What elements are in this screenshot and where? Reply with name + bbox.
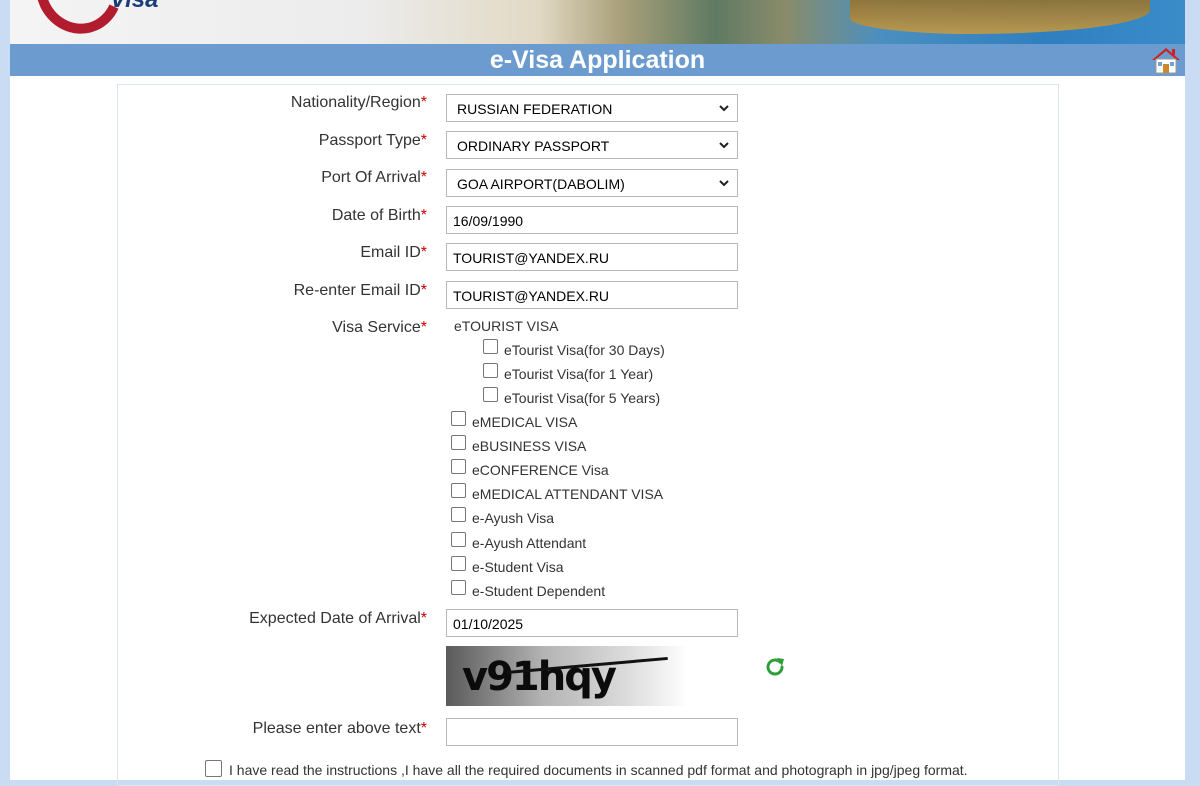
eayush-checkbox[interactable]: [451, 507, 466, 522]
estudent-dependent-checkbox[interactable]: [451, 580, 466, 595]
chevron-down-icon: [719, 142, 729, 149]
etourist-1-year-label: eTourist Visa(for 1 Year): [504, 366, 654, 382]
email-input[interactable]: TOURIST@YANDEX.RU: [446, 243, 738, 271]
emedical-attendant-checkbox[interactable]: [451, 483, 466, 498]
passport-type-select[interactable]: ORDINARY PASSPORT: [446, 131, 738, 159]
captcha-input[interactable]: [446, 718, 738, 746]
home-icon[interactable]: [1151, 45, 1181, 75]
passport-type-label: Passport Type*: [318, 132, 427, 149]
nationality-value: RUSSIAN FEDERATION: [457, 101, 613, 117]
chevron-down-icon: [719, 180, 729, 187]
chevron-down-icon: [719, 105, 729, 112]
port-of-arrival-select[interactable]: GOA AIRPORT(DABOLIM): [446, 169, 738, 197]
ebusiness-checkbox[interactable]: [451, 435, 466, 450]
emedical-label: eMEDICAL VISA: [472, 414, 578, 430]
econference-checkbox[interactable]: [451, 459, 466, 474]
estudent-dependent-label: e-Student Dependent: [472, 583, 606, 599]
etourist-5-years-label: eTourist Visa(for 5 Years): [504, 390, 661, 406]
emedical-attendant-label: eMEDICAL ATTENDANT VISA: [472, 486, 664, 502]
captcha-image: v91hqy: [446, 646, 688, 706]
email-label: Email ID*: [360, 244, 427, 261]
refresh-icon[interactable]: [763, 655, 787, 679]
re-email-input[interactable]: TOURIST@YANDEX.RU: [446, 281, 738, 309]
arrival-date-input[interactable]: 01/10/2025: [446, 609, 738, 637]
visa-service-label: Visa Service*: [332, 319, 427, 336]
declaration-text: I have read the instructions ,I have all…: [229, 762, 968, 778]
etourist-5-years-checkbox[interactable]: [483, 387, 498, 402]
estudent-label: e-Student Visa: [472, 559, 564, 575]
port-of-arrival-value: GOA AIRPORT(DABOLIM): [457, 176, 625, 192]
header-banner: Visa: [10, 0, 1185, 44]
passport-type-value: ORDINARY PASSPORT: [457, 138, 610, 154]
etourist-group-title: eTOURIST VISA: [454, 318, 559, 334]
re-email-label: Re-enter Email ID*: [293, 282, 427, 299]
declaration-checkbox[interactable]: [205, 760, 222, 777]
nationality-select[interactable]: RUSSIAN FEDERATION: [446, 94, 738, 122]
etourist-30-days-checkbox[interactable]: [483, 339, 498, 354]
eayush-attendant-label: e-Ayush Attendant: [472, 535, 587, 551]
econference-label: eCONFERENCE Visa: [472, 462, 609, 478]
estudent-checkbox[interactable]: [451, 556, 466, 571]
captcha-input-label: Please enter above text*: [252, 720, 427, 737]
date-of-birth-input[interactable]: 16/09/1990: [446, 206, 738, 234]
emedical-checkbox[interactable]: [451, 411, 466, 426]
date-of-birth-label: Date of Birth*: [331, 207, 427, 224]
logo-text: Visa: [110, 0, 158, 14]
etourist-30-days-label: eTourist Visa(for 30 Days): [504, 342, 665, 358]
arrival-date-label: Expected Date of Arrival*: [249, 610, 427, 627]
title-bar: e-Visa Application: [10, 44, 1185, 76]
eayush-attendant-checkbox[interactable]: [451, 532, 466, 547]
banner-photo: [850, 0, 1150, 34]
eayush-label: e-Ayush Visa: [472, 510, 554, 526]
captcha-text: v91hqy: [462, 654, 617, 700]
page-title: e-Visa Application: [489, 46, 706, 74]
ebusiness-label: eBUSINESS VISA: [472, 438, 587, 454]
port-of-arrival-label: Port Of Arrival*: [321, 169, 427, 186]
nationality-label: Nationality/Region*: [290, 94, 427, 111]
etourist-1-year-checkbox[interactable]: [483, 363, 498, 378]
